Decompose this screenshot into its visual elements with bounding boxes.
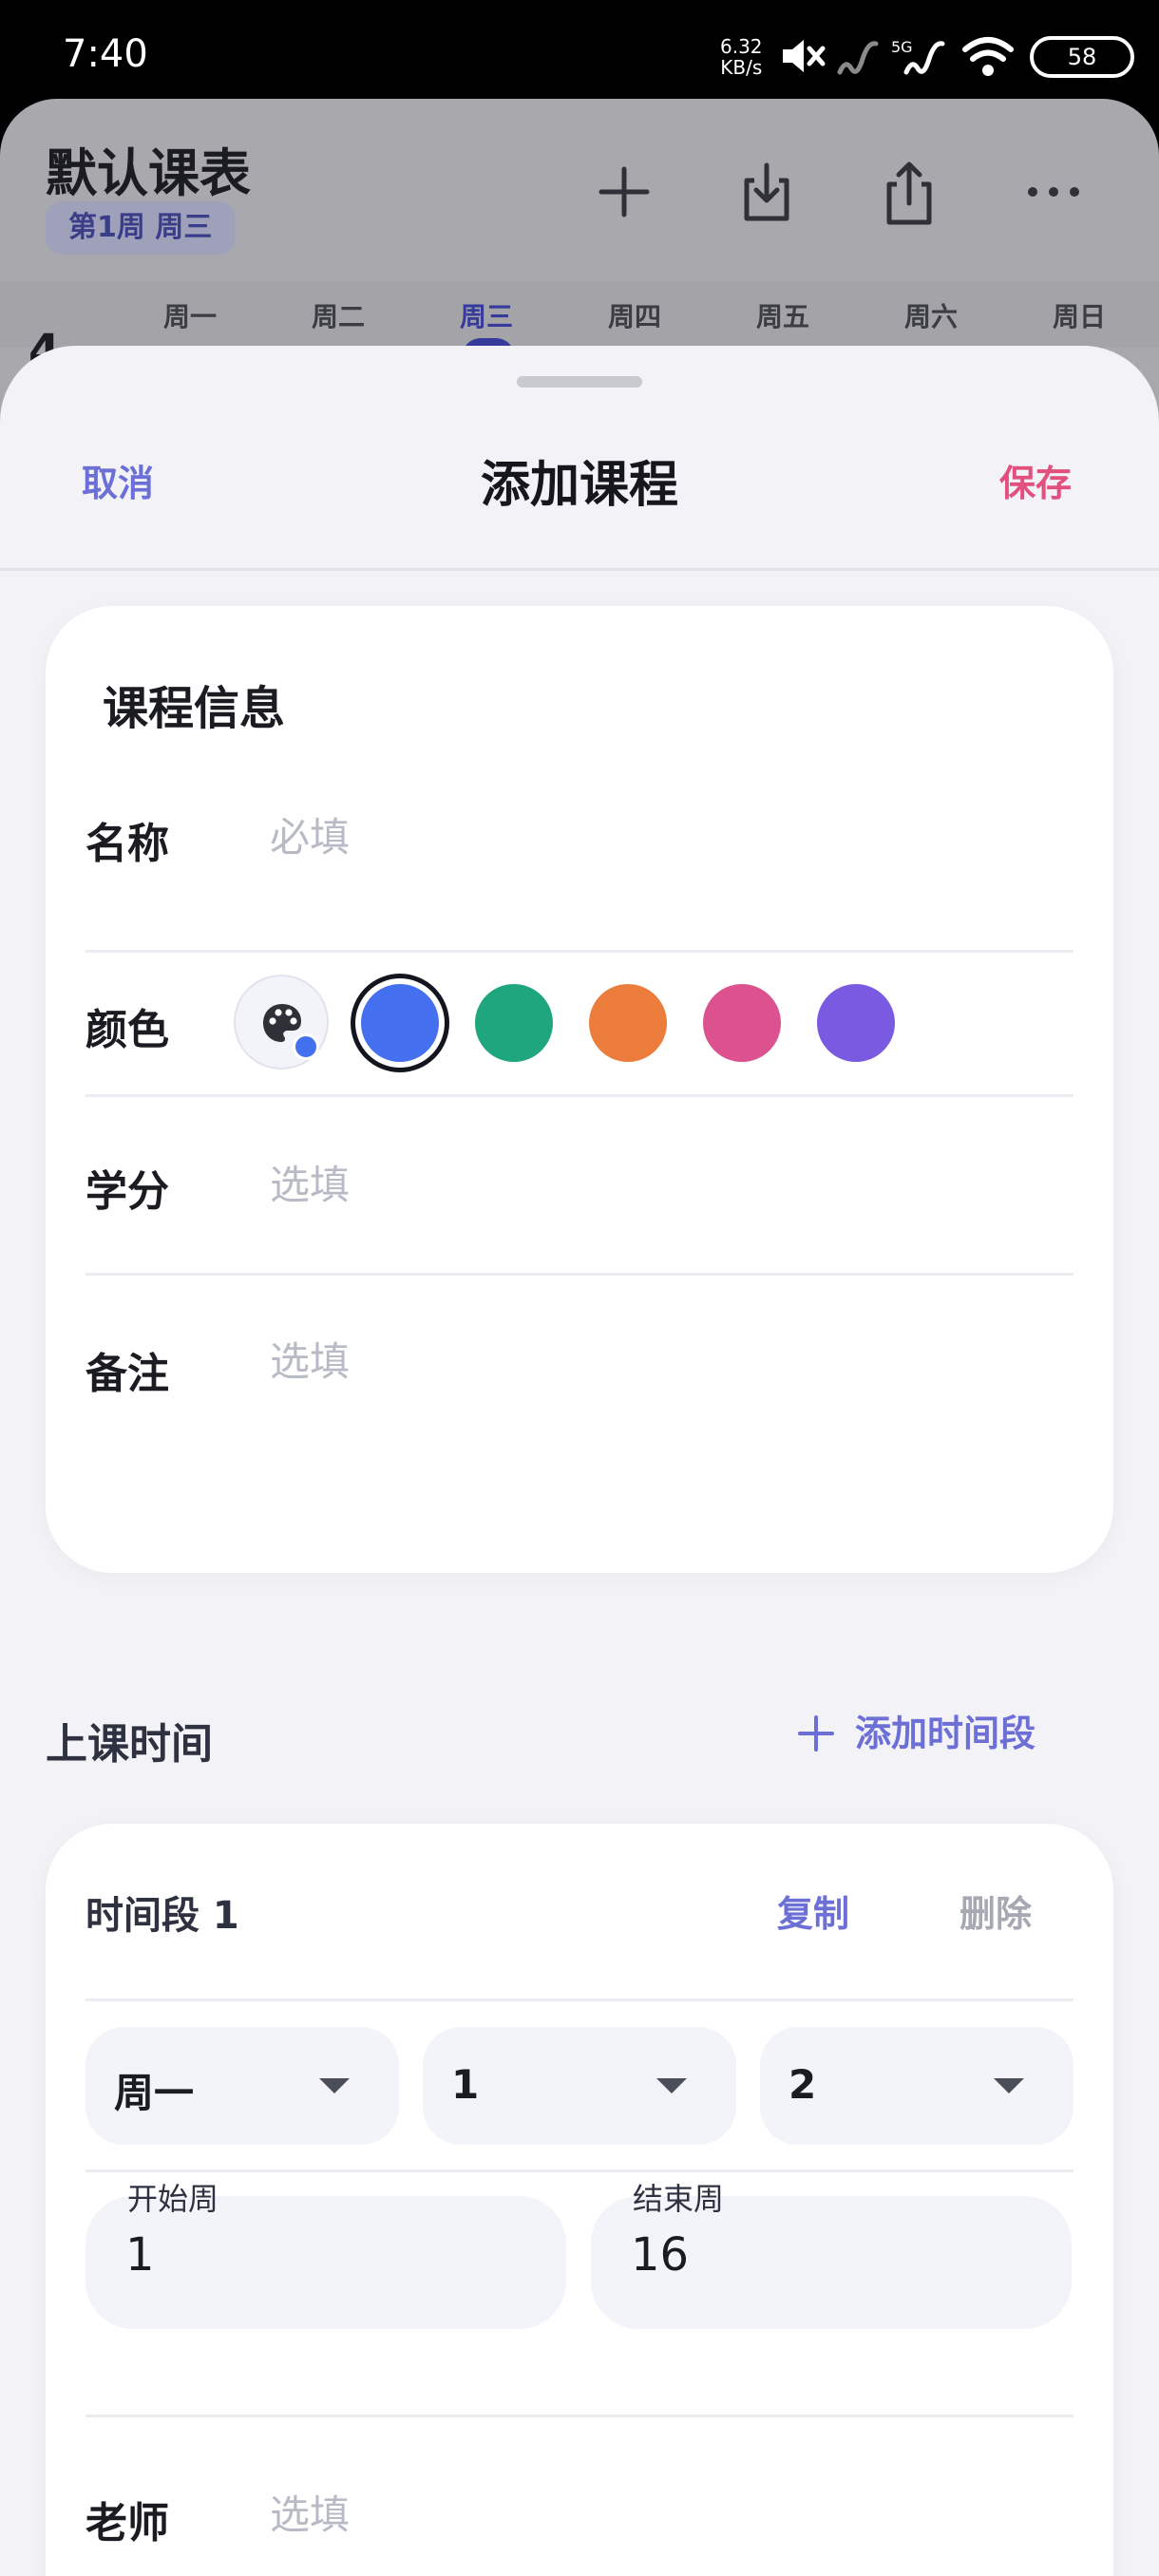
add-course-sheet: 添加课程 取消 保存 课程信息 名称 颜色 学分 备注 上课时间 [0,346,1159,2576]
time-slot-title: 时间段 1 [86,1894,239,1938]
copy-button[interactable]: 复制 [777,1885,849,1937]
chevron-down-icon [319,2078,350,2093]
day-sat: 周六 [904,301,959,332]
schedule-section-title: 上课时间 [46,1720,213,1769]
end-week-label: 结束周 [633,2181,725,2217]
net-speed: 6.32 KB/s [720,36,763,78]
net-speed-unit: KB/s [720,56,763,79]
start-period-value: 1 [451,2061,480,2108]
mute-icon [783,40,826,72]
name-label: 名称 [86,820,169,868]
status-bar: 7:40 6.32 KB/s 5G 58 [0,0,1159,104]
save-button[interactable]: 保存 [999,454,1072,506]
start-period-select[interactable]: 1 [423,2027,736,2145]
weekday-value: 周一 [114,2070,195,2116]
credit-label: 学分 [86,1167,169,1216]
day-sun: 周日 [1053,301,1107,332]
day-fri: 周五 [756,301,810,332]
cancel-button[interactable]: 取消 [82,454,154,506]
delete-button[interactable]: 删除 [960,1885,1032,1937]
course-info-card: 课程信息 名称 颜色 学分 备注 [46,606,1113,1573]
note-input[interactable] [270,1328,1049,1394]
status-time: 7:40 [63,32,148,76]
start-week-label: 开始周 [127,2181,219,2217]
signal-icon [837,41,879,75]
sheet-header: 添加课程 取消 保存 [0,346,1159,570]
week-badge: 第1周 周三 [46,201,236,255]
share-icon[interactable] [876,156,942,228]
chevron-down-icon [994,2078,1024,2093]
battery-icon: 58 [1030,36,1134,78]
header-divider [0,568,1159,571]
import-icon[interactable] [733,156,800,228]
color-label: 颜色 [86,1006,169,1054]
day-mon: 周一 [163,301,218,332]
current-color-dot [293,1033,319,1060]
divider [86,2415,1074,2417]
divider [86,1273,1074,1276]
day-tue: 周二 [312,301,366,332]
day-wed: 周三 [460,301,514,332]
divider [86,950,1074,953]
name-input[interactable] [270,804,1049,870]
color-swatch-orange[interactable] [589,984,667,1062]
time-slot-card: 时间段 1 复制 删除 周一 1 2 1 开始周 16 结束周 老师 [46,1824,1113,2576]
5g-signal-icon [903,41,945,75]
color-swatch-purple[interactable] [817,984,895,1062]
divider [86,1094,1074,1097]
sheet-title: 添加课程 [480,457,678,514]
course-info-title: 课程信息 [103,682,286,735]
color-swatch-green[interactable] [475,984,553,1062]
end-period-value: 2 [788,2061,817,2108]
net-speed-value: 6.32 [720,35,763,58]
divider [86,1998,1074,2001]
custom-color-button[interactable] [234,975,329,1070]
more-icon[interactable] [1020,156,1087,228]
end-week-value: 16 [631,2228,690,2282]
weekday-select[interactable]: 周一 [86,2027,399,2145]
plus-icon [798,1715,834,1752]
add-time-slot-button[interactable]: 添加时间段 [796,1704,1036,1756]
color-swatch-pink[interactable] [703,984,781,1062]
chevron-down-icon [656,2078,687,2093]
note-label: 备注 [86,1350,169,1398]
teacher-label: 老师 [86,2499,169,2548]
plus-icon[interactable] [591,156,657,228]
wifi-icon [962,37,1014,76]
add-time-slot-label: 添加时间段 [855,1713,1036,1754]
end-period-select[interactable]: 2 [760,2027,1074,2145]
credit-input[interactable] [270,1151,1049,1218]
teacher-input[interactable] [270,2481,1049,2548]
color-swatch-blue[interactable] [361,984,439,1062]
divider [86,2169,1074,2172]
timetable-title: 默认课表 [46,143,251,203]
day-thu: 周四 [608,301,662,332]
start-week-value: 1 [125,2228,155,2282]
